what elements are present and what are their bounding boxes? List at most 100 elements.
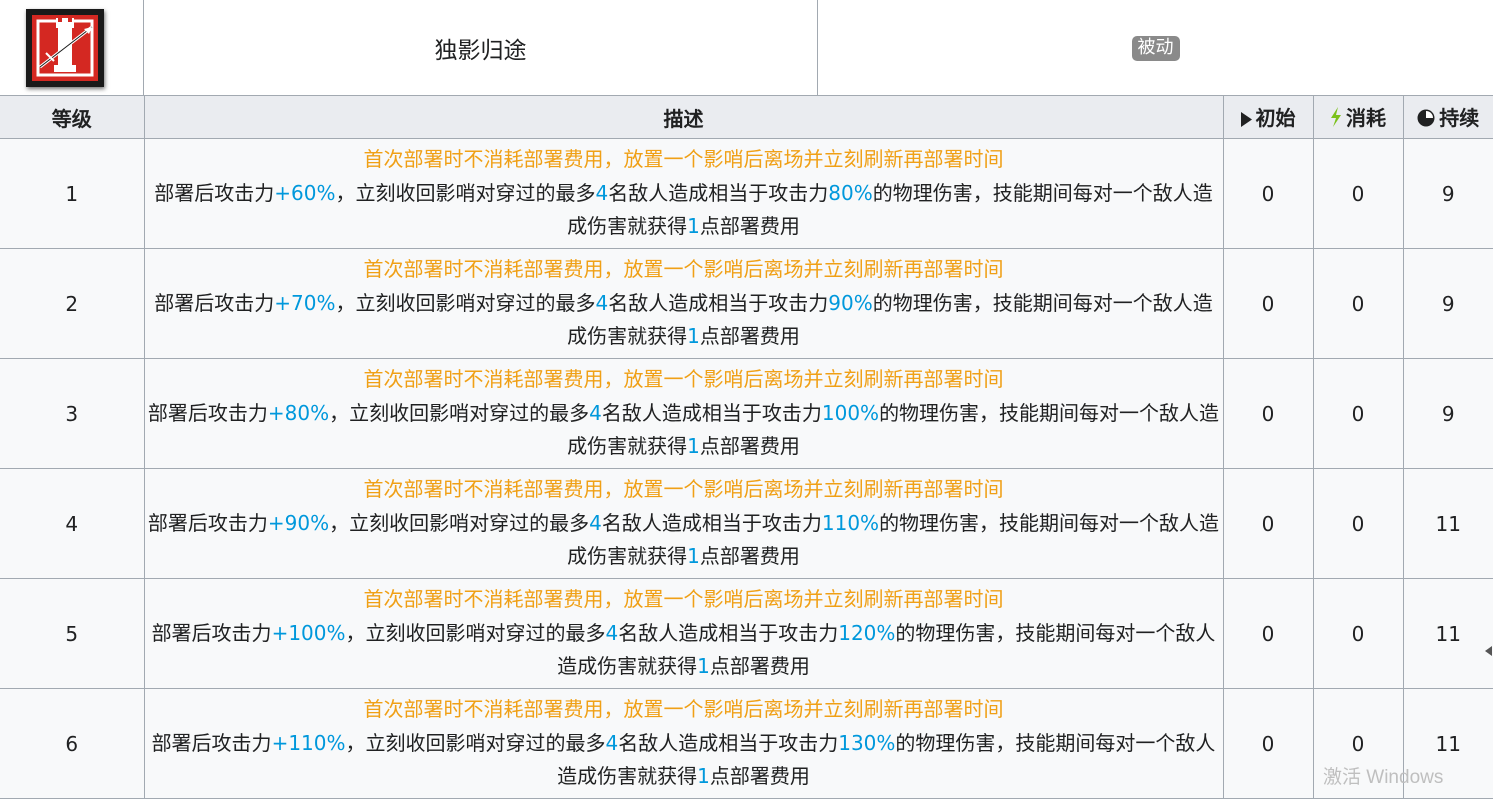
effect-part: 名敌人造成相当于攻击力 [608,290,829,315]
duration-cell: 9 [1402,358,1493,469]
passive-badge: 被动 [1131,35,1180,61]
condition-text: 首次部署时不消耗部署费用，放置一个影哨后离场并立刻刷新再部署时间 [363,147,1004,172]
description-cell: 首次部署时不消耗部署费用，放置一个影哨后离场并立刻刷新再部署时间 部署后攻击力+8… [143,358,1224,469]
effect-part: 部署后攻击力 [154,180,275,205]
effect-part: 点部署费用 [699,324,800,349]
cost-header-label: 消耗 [1346,106,1386,130]
cost-cell: 0 [1312,468,1404,579]
damage-ratio: 90% [828,290,873,315]
atk-bonus: +110% [271,730,346,755]
damage-ratio: 130% [838,730,896,755]
description-cell: 首次部署时不消耗部署费用，放置一个影哨后离场并立刻刷新再部署时间部署后攻击力+1… [143,688,1224,799]
windows-activation-watermark: 激活 Windows [1323,767,1444,788]
effect-part: 名敌人造成相当于攻击力 [601,400,822,425]
level-cell: 4 [0,468,145,579]
condition-text: 首次部署时不消耗部署费用，放置一个影哨后离场并立刻刷新再部署时间 [363,477,1004,502]
duration-header: 持续 [1402,96,1493,139]
description-cell: 首次部署时不消耗部署费用，放置一个影哨后离场并立刻刷新再部署时间 部署后攻击力+7… [143,248,1224,359]
effect-part: 点部署费用 [699,544,800,569]
table-row: 2 首次部署时不消耗部署费用，放置一个影哨后离场并立刻刷新再部署时间 部署后攻击力+… [0,248,1493,359]
duration-cell: 9 [1402,248,1493,359]
table-row: 4 首次部署时不消耗部署费用，放置一个影哨后离场并立刻刷新再部署时间 部署后攻击力+… [0,468,1493,579]
effect-part: 点部署费用 [709,654,810,679]
effect-part: ，立刻收回影哨对穿过的最多 [345,620,606,645]
initial-cell: 0 [1222,358,1314,469]
effect-part: 名敌人造成相当于攻击力 [608,180,829,205]
effect-text: 部署后攻击力+110%，立刻收回影哨对穿过的最多4名敌人造成相当于攻击力130%… [145,727,1223,794]
target-count: 4 [605,620,619,645]
cost-cell: 0 [1312,578,1404,689]
effect-part: 点部署费用 [699,434,800,459]
effect-part: 点部署费用 [709,764,810,789]
level-cell: 3 [0,358,145,469]
dp-gain: 1 [687,434,700,459]
level-cell: 5 [0,578,145,689]
initial-cell: 0 [1222,468,1314,579]
condition-text: 首次部署时不消耗部署费用，放置一个影哨后离场并立刻刷新再部署时间 [363,367,1004,392]
initial-cell: 0 [1222,248,1314,359]
atk-bonus: +90% [267,510,330,535]
skill-icon-cell [0,0,144,96]
target-count: 4 [589,400,602,425]
effect-part: 部署后攻击力 [151,620,272,645]
level-header: 等级 [0,96,145,139]
skill-level-table: 等级 描述 初始 消耗 持续 1 首次部署时不消耗部署费用，放置一个影哨后离场并立… [0,96,1493,799]
condition-text: 首次部署时不消耗部署费用，放置一个影哨后离场并立刻刷新再部署时间 [363,697,1004,722]
initial-cell: 0 [1222,688,1314,799]
description-cell: 首次部署时不消耗部署费用，放置一个影哨后离场并立刻刷新再部署时间 部署后攻击力+9… [143,468,1224,579]
condition-text: 首次部署时不消耗部署费用，放置一个影哨后离场并立刻刷新再部署时间 [363,587,1004,612]
skill-name: 独影归途 [144,0,818,96]
effect-part: 名敌人造成相当于攻击力 [618,620,839,645]
atk-bonus: +70% [274,290,336,315]
dp-gain: 1 [687,544,700,569]
level-cell: 1 [0,138,145,249]
description-cell: 首次部署时不消耗部署费用，放置一个影哨后离场并立刻刷新再部署时间 部署后攻击力+1… [143,578,1224,689]
lightning-icon [1330,107,1342,132]
initial-header: 初始 [1222,96,1314,139]
play-icon [1240,108,1252,132]
effect-part: ，立刻收回影哨对穿过的最多 [335,290,596,315]
effect-text: 部署后攻击力+80%，立刻收回影哨对穿过的最多4名敌人造成相当于攻击力100%的… [145,397,1223,464]
dp-gain: 1 [687,324,700,349]
cost-header: 消耗 [1312,96,1404,139]
table-header-row: 等级 描述 初始 消耗 持续 [0,96,1493,139]
table-row: 3 首次部署时不消耗部署费用，放置一个影哨后离场并立刻刷新再部署时间 部署后攻击力+… [0,358,1493,469]
cost-cell: 0 [1312,358,1404,469]
target-count: 4 [605,730,619,755]
table-row: 1 首次部署时不消耗部署费用，放置一个影哨后离场并立刻刷新再部署时间 部署后攻击力+… [0,138,1493,249]
effect-part: 名敌人造成相当于攻击力 [618,730,839,755]
initial-cell: 0 [1222,578,1314,689]
damage-ratio: 120% [838,620,896,645]
target-count: 4 [595,180,609,205]
effect-part: 部署后攻击力 [151,730,272,755]
scroll-arrow-icon[interactable] [1485,646,1492,656]
damage-ratio: 80% [828,180,873,205]
atk-bonus: +60% [274,180,336,205]
dp-gain: 1 [697,654,710,679]
skill-header-row: 独影归途 被动 [0,0,1493,96]
level-cell: 2 [0,248,145,359]
effect-text: 部署后攻击力+100%，立刻收回影哨对穿过的最多4名敌人造成相当于攻击力120%… [145,617,1223,684]
level-cell: 6 [0,688,145,799]
effect-part: ，立刻收回影哨对穿过的最多 [329,510,590,535]
description-header: 描述 [143,96,1224,139]
dp-gain: 1 [697,764,710,789]
cost-cell: 0 [1312,248,1404,359]
effect-part: ，立刻收回影哨对穿过的最多 [335,180,596,205]
effect-text: 部署后攻击力+90%，立刻收回影哨对穿过的最多4名敌人造成相当于攻击力110%的… [145,507,1223,574]
effect-part: 点部署费用 [699,214,800,239]
effect-text: 部署后攻击力+70%，立刻收回影哨对穿过的最多4名敌人造成相当于攻击力90%的物… [145,287,1223,354]
damage-ratio: 110% [821,510,880,535]
duration-cell: 11 [1402,578,1493,689]
table-row: 5 首次部署时不消耗部署费用，放置一个影哨后离场并立刻刷新再部署时间 部署后攻击力+… [0,578,1493,689]
effect-text: 部署后攻击力+60%，立刻收回影哨对穿过的最多4名敌人造成相当于攻击力80%的物… [145,177,1223,244]
effect-part: 部署后攻击力 [147,400,268,425]
cost-cell: 0 [1312,138,1404,249]
skill-type-cell: 被动 [818,0,1493,96]
description-cell: 首次部署时不消耗部署费用，放置一个影哨后离场并立刻刷新再部署时间部署后攻击力+6… [143,138,1224,249]
duration-cell: 9 [1402,138,1493,249]
duration-cell: 11 [1402,468,1493,579]
skill-icon [25,9,104,87]
target-count: 4 [595,290,609,315]
effect-part: 名敌人造成相当于攻击力 [601,510,822,535]
